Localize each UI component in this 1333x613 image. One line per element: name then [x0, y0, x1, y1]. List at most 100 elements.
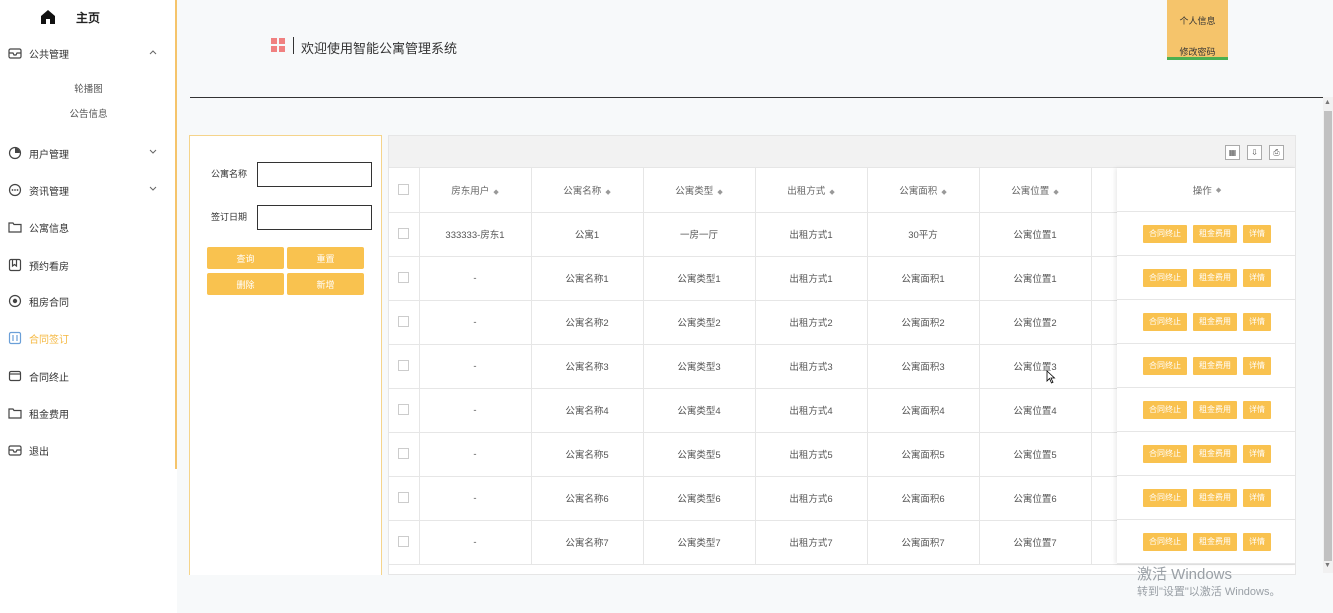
reset-button[interactable]: 重置 [287, 247, 364, 269]
table-cell: 公寓类型6 [643, 476, 756, 521]
rent-fees-button[interactable]: 租金费用 [1193, 400, 1237, 419]
details-button[interactable]: 详情 [1243, 444, 1271, 463]
terminate-contract-button[interactable]: 合同终止 [1143, 444, 1187, 463]
sort-icon: ◆ [717, 188, 723, 196]
columns-icon[interactable]: ▦ [1225, 145, 1240, 160]
home-label: 主页 [76, 10, 101, 25]
terminate-contract-button[interactable]: 合同终止 [1143, 488, 1187, 507]
apartment-name-input[interactable] [257, 162, 372, 187]
sidebar-item-contract-termination[interactable]: 合同终止 [8, 366, 158, 386]
delete-button[interactable]: 删除 [207, 273, 284, 295]
row-checkbox[interactable] [398, 228, 410, 240]
table-cell: - [419, 300, 532, 345]
rent-fees-button[interactable]: 租金费用 [1193, 356, 1237, 375]
rent-fees-button[interactable]: 租金费用 [1193, 532, 1237, 551]
details-button[interactable]: 详情 [1243, 312, 1271, 331]
terminate-contract-button[interactable]: 合同终止 [1143, 356, 1187, 375]
sidebar-item-rent-fees[interactable]: 租金费用 [8, 403, 158, 423]
table-cell: 出租方式6 [755, 476, 868, 521]
print-icon[interactable]: ⎙ [1269, 145, 1284, 160]
sidebar-subitem-carousel[interactable]: 轮播图 [0, 81, 177, 95]
terminate-contract-button[interactable]: 合同终止 [1143, 312, 1187, 331]
table-cell: 公寓位置6 [979, 476, 1092, 521]
table-cell: - [419, 388, 532, 433]
scroll-down-icon[interactable]: ▼ [1324, 562, 1331, 569]
column-header[interactable]: 公寓名称 ◆ [531, 168, 644, 213]
details-button[interactable]: 详情 [1243, 400, 1271, 419]
sidebar-item-apartment-info[interactable]: 公寓信息 [8, 217, 158, 237]
table-cell: 公寓名称4 [531, 388, 644, 433]
sidebar-item-contract-signing[interactable]: 合同签订 [8, 328, 158, 348]
row-actions: 合同终止 租金费用 详情 [1117, 432, 1295, 476]
query-button[interactable]: 查询 [207, 247, 284, 269]
home-link[interactable]: 主页 [40, 6, 100, 28]
column-header[interactable]: 公寓面积 ◆ [867, 168, 980, 213]
rent-fees-button[interactable]: 租金费用 [1193, 224, 1237, 243]
row-checkbox[interactable] [398, 492, 410, 504]
table-cell: - [419, 344, 532, 389]
select-all-checkbox[interactable] [398, 184, 410, 196]
home-icon [41, 10, 55, 24]
rent-fees-button[interactable]: 租金费用 [1193, 268, 1237, 287]
column-header[interactable]: 房东用户 ◆ [419, 168, 532, 213]
signing-date-label: 签订日期 [211, 212, 248, 222]
details-button[interactable]: 详情 [1243, 488, 1271, 507]
column-header-operations[interactable]: 操作 ◆ [1117, 168, 1295, 212]
column-header[interactable]: 出租方式 ◆ [755, 168, 868, 213]
sidebar-item-logout[interactable]: 退出 [8, 440, 158, 460]
rent-fees-button[interactable]: 租金费用 [1193, 488, 1237, 507]
row-checkbox[interactable] [398, 316, 410, 328]
sidebar: 主页 公共管理 轮播图 公告信息 用户管理 资讯管理 公寓信息 预约看房 租房合… [0, 0, 177, 469]
table-cell: 公寓名称1 [531, 256, 644, 301]
row-checkbox[interactable] [398, 272, 410, 284]
sidebar-item-user-management[interactable]: 用户管理 [8, 143, 158, 163]
sort-icon: ◆ [941, 188, 947, 196]
sidebar-bottom-area [0, 469, 177, 613]
column-header[interactable]: 公寓类型 ◆ [643, 168, 756, 213]
terminate-contract-button[interactable]: 合同终止 [1143, 268, 1187, 287]
table-cell: 333333-房东1 [419, 212, 532, 257]
table-cell: - [419, 520, 532, 565]
row-select-cell [389, 432, 420, 477]
add-button[interactable]: 新增 [287, 273, 364, 295]
record-icon [8, 294, 22, 308]
scrollbar-thumb[interactable] [1324, 111, 1332, 561]
user-menu-change-password[interactable]: 修改密码 [1167, 45, 1228, 58]
details-button[interactable]: 详情 [1243, 268, 1271, 287]
rent-fees-button[interactable]: 租金费用 [1193, 444, 1237, 463]
sidebar-subitem-notice[interactable]: 公告信息 [0, 106, 177, 120]
table-cell: 出租方式1 [755, 212, 868, 257]
table-cell: 公寓类型4 [643, 388, 756, 433]
terminate-contract-button[interactable]: 合同终止 [1143, 224, 1187, 243]
sidebar-item-rental-contract[interactable]: 租房合同 [8, 291, 158, 311]
page-scrollbar[interactable]: ▲ ▼ [1323, 97, 1333, 573]
row-checkbox[interactable] [398, 404, 410, 416]
details-button[interactable]: 详情 [1243, 532, 1271, 551]
sidebar-item-viewing-appointment[interactable]: 预约看房 [8, 255, 158, 275]
signing-date-input[interactable] [257, 205, 372, 230]
scroll-up-icon[interactable]: ▲ [1324, 99, 1331, 106]
row-actions: 合同终止 租金费用 详情 [1117, 344, 1295, 388]
details-button[interactable]: 详情 [1243, 356, 1271, 375]
search-panel: 公寓名称 签订日期 查询 重置 删除 新增 [189, 135, 382, 575]
terminate-contract-button[interactable]: 合同终止 [1143, 400, 1187, 419]
row-checkbox[interactable] [398, 448, 410, 460]
sidebar-item-news-management[interactable]: 资讯管理 [8, 180, 158, 200]
row-actions: 合同终止 租金费用 详情 [1117, 212, 1295, 256]
chevron-down-icon [149, 186, 157, 191]
table-cell: 一房一厅 [643, 212, 756, 257]
mouse-cursor-icon [1046, 370, 1056, 384]
row-actions: 合同终止 租金费用 详情 [1117, 520, 1295, 564]
table-cell: 公寓面积3 [867, 344, 980, 389]
sidebar-item-label: 合同签订 [29, 334, 69, 346]
rent-fees-button[interactable]: 租金费用 [1193, 312, 1237, 331]
user-menu-profile[interactable]: 个人信息 [1167, 14, 1228, 27]
details-button[interactable]: 详情 [1243, 224, 1271, 243]
dots-circle-icon [8, 183, 22, 197]
terminate-contract-button[interactable]: 合同终止 [1143, 532, 1187, 551]
export-icon[interactable]: ⇩ [1247, 145, 1262, 160]
sidebar-item-public-management[interactable]: 公共管理 [8, 43, 158, 63]
column-header[interactable]: 公寓位置 ◆ [979, 168, 1092, 213]
row-checkbox[interactable] [398, 536, 410, 548]
row-checkbox[interactable] [398, 360, 410, 372]
